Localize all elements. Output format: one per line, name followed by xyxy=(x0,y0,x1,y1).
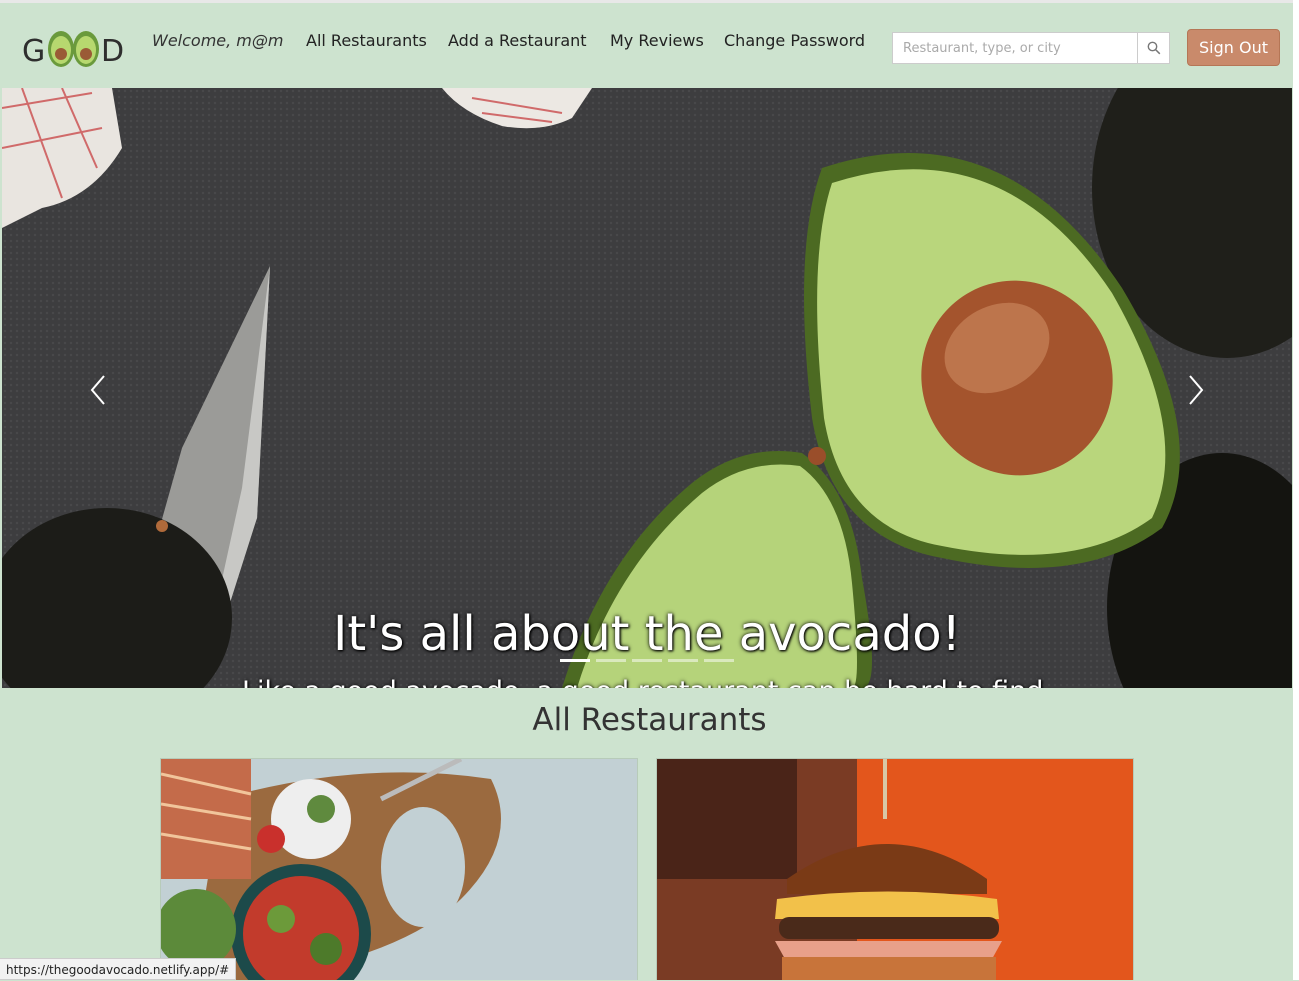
navbar: G D Welcome, m@m All Restaurants Add a R… xyxy=(0,0,1299,88)
search-button[interactable] xyxy=(1137,33,1169,63)
nav-change-password[interactable]: Change Password xyxy=(724,31,865,50)
welcome-text: Welcome, m@m xyxy=(152,31,284,50)
section-title: All Restaurants xyxy=(532,702,767,738)
chevron-left-icon xyxy=(90,375,105,405)
browser-status-url: https://thegoodavocado.netlify.app/# xyxy=(0,958,237,980)
hero-title: It's all about the avocado! xyxy=(333,606,961,662)
carousel-indicator-4[interactable] xyxy=(668,659,698,662)
restaurant-card-2[interactable] xyxy=(656,758,1134,980)
avocado-hero-image xyxy=(2,88,1292,688)
carousel-next-button[interactable] xyxy=(1180,370,1210,410)
logo-letter-g: G xyxy=(22,34,45,69)
good-avocado-logo[interactable]: G D xyxy=(22,25,126,73)
avocado-logo-icon: G D xyxy=(22,31,124,69)
restaurant-card-1[interactable] xyxy=(160,758,638,980)
carousel-indicator-3[interactable] xyxy=(632,659,662,662)
restaurant-image-salad xyxy=(161,759,637,980)
search-box xyxy=(892,32,1170,64)
carousel-indicator-2[interactable] xyxy=(596,659,626,662)
search-input[interactable] xyxy=(893,33,1139,63)
nav-my-reviews[interactable]: My Reviews xyxy=(610,31,704,50)
scrollbar-track[interactable] xyxy=(1293,0,1299,980)
hero-subtitle: Like a good avocado, a good restaurant c… xyxy=(2,676,1292,688)
restaurant-image-burger xyxy=(657,759,1133,980)
chevron-right-icon xyxy=(1189,375,1204,405)
nav-add-restaurant[interactable]: Add a Restaurant xyxy=(448,31,587,50)
nav-all-restaurants[interactable]: All Restaurants xyxy=(306,31,427,50)
hero-carousel: It's all about the avocado! Like a good … xyxy=(2,88,1292,688)
search-icon xyxy=(1147,41,1160,55)
carousel-prev-button[interactable] xyxy=(84,370,114,410)
logo-letter-d: D xyxy=(101,34,124,69)
carousel-indicator-5[interactable] xyxy=(704,659,734,662)
carousel-indicator-1[interactable] xyxy=(560,659,590,662)
sign-out-button[interactable]: Sign Out xyxy=(1187,29,1280,66)
